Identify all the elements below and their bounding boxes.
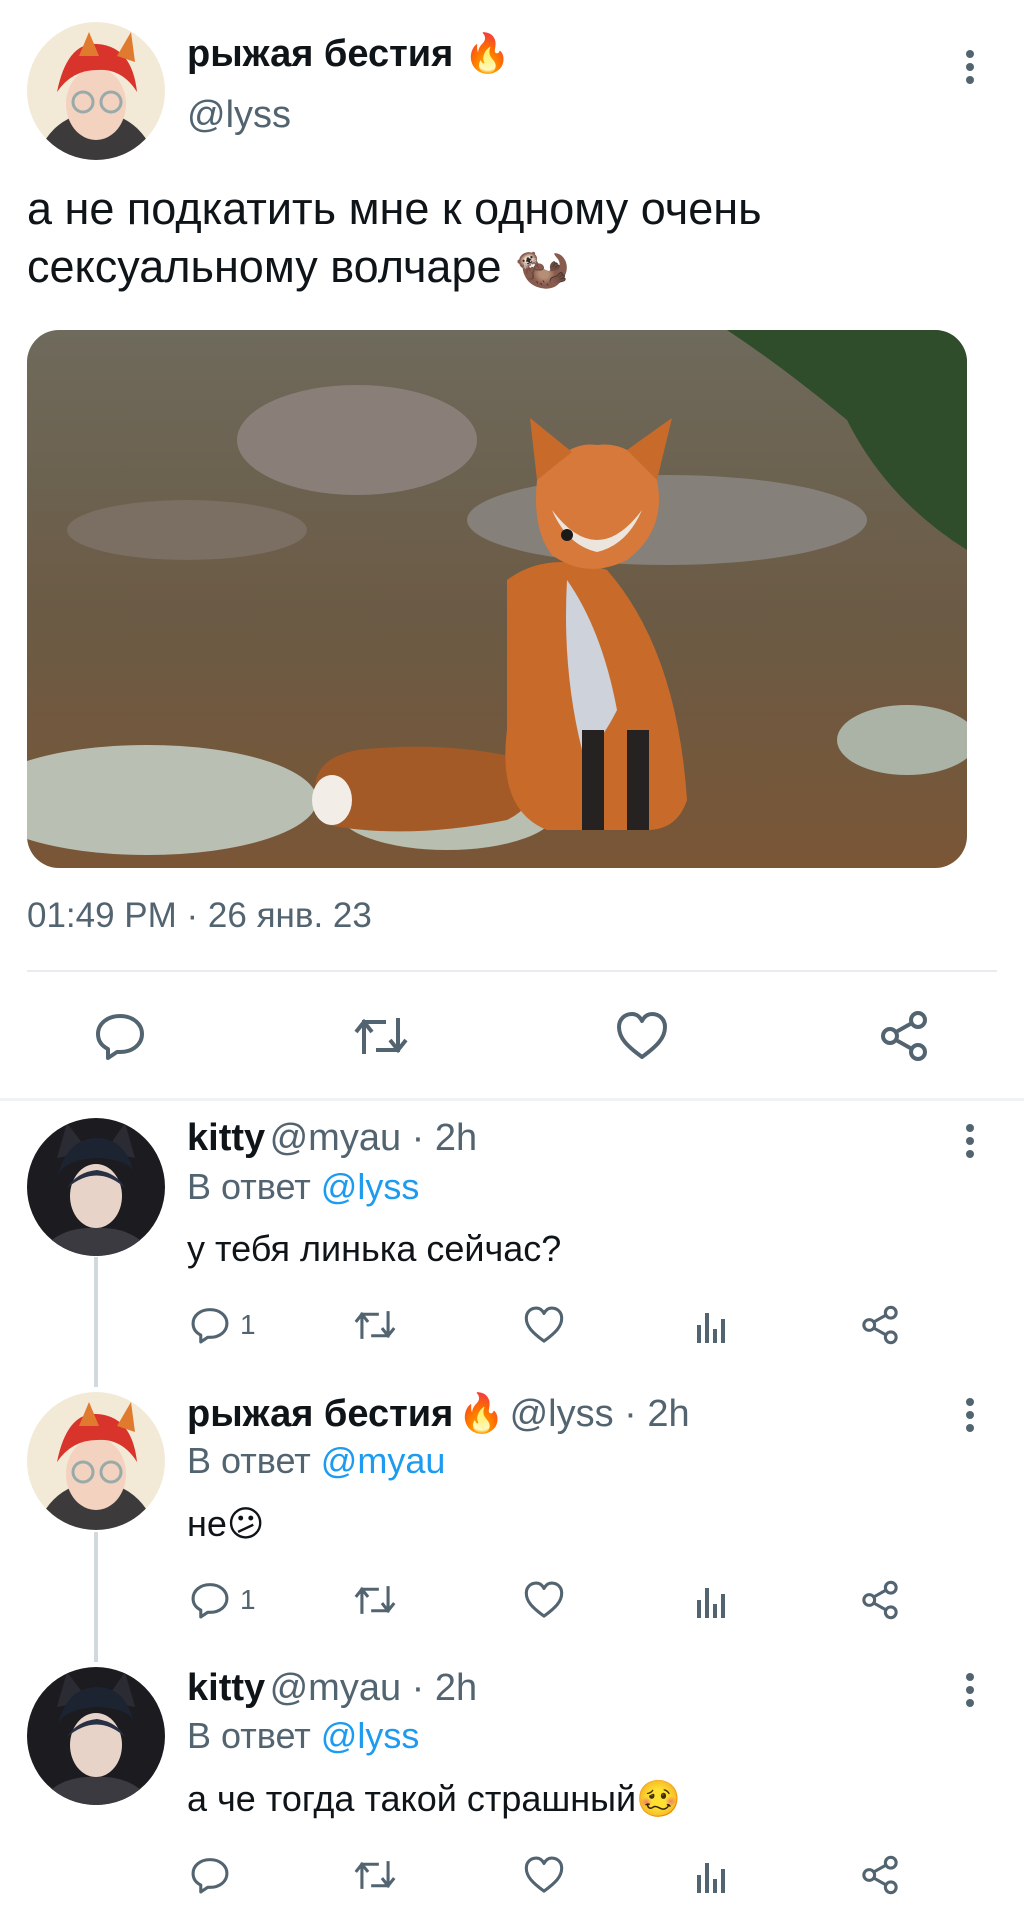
reply-to-line: В ответ @myau [187, 1440, 445, 1482]
share-icon[interactable] [878, 1010, 930, 1062]
reply-text: у тебя линька сейчас? [187, 1228, 562, 1269]
retweet-icon[interactable] [352, 1010, 410, 1062]
otter-emoji-icon: 🦦 [514, 241, 571, 292]
post-text: а не подкатить мне к одному очень сексуа… [27, 180, 987, 296]
divider [27, 970, 997, 972]
share-icon[interactable] [860, 1855, 900, 1895]
reply-icon[interactable] [190, 1305, 230, 1345]
post-text-line2: сексуальному волчаре [27, 241, 502, 292]
views-icon[interactable] [695, 1855, 731, 1895]
retweet-icon[interactable] [352, 1855, 398, 1895]
reply-text: а че тогда такой страшный🥴 [187, 1778, 681, 1819]
post-timestamp: 01:49 PM · 26 янв. 23 [27, 896, 372, 935]
reply-icon[interactable] [190, 1580, 230, 1620]
share-icon[interactable] [860, 1580, 900, 1620]
reply-icon[interactable] [94, 1010, 146, 1062]
views-icon[interactable] [695, 1305, 731, 1345]
reply-header: рыжая бестия 🔥 @lyss · 2h [187, 1392, 690, 1436]
reply-avatar[interactable] [27, 1667, 165, 1805]
views-icon[interactable] [695, 1580, 731, 1620]
reply-header: kitty @myau · 2h [187, 1117, 477, 1160]
reply-to-label: В ответ [187, 1715, 321, 1756]
reply-to-line: В ответ @lyss [187, 1166, 419, 1208]
reply-author-handle[interactable]: @lyss · 2h [510, 1393, 690, 1435]
more-options-icon[interactable] [963, 1398, 977, 1438]
more-options-icon[interactable] [963, 50, 977, 90]
retweet-icon[interactable] [352, 1580, 398, 1620]
reply-to-label: В ответ [187, 1166, 321, 1207]
reply-avatar[interactable] [27, 1118, 165, 1256]
more-options-icon[interactable] [963, 1124, 977, 1164]
share-icon[interactable] [860, 1305, 900, 1345]
mention-link[interactable]: @myau [321, 1440, 446, 1481]
reply-text: не😕 [187, 1503, 265, 1544]
reply-to-label: В ответ [187, 1440, 321, 1481]
reply-author-name[interactable]: рыжая бестия [187, 1393, 453, 1435]
author-name[interactable]: рыжая бестия 🔥 [187, 32, 511, 76]
post-image[interactable] [27, 330, 967, 868]
reply-author-handle[interactable]: @myau · 2h [270, 1667, 478, 1709]
post-text-line1: а не подкатить мне к одному очень [27, 183, 762, 234]
reply-avatar[interactable] [27, 1392, 165, 1530]
author-avatar[interactable] [27, 22, 165, 160]
section-divider [0, 1098, 1024, 1101]
more-options-icon[interactable] [963, 1673, 977, 1713]
reply-count: 1 [240, 1584, 256, 1615]
thread-line [94, 1257, 98, 1387]
like-icon[interactable] [615, 1010, 669, 1062]
reply-icon[interactable] [190, 1855, 230, 1895]
reply-author-name[interactable]: kitty [187, 1117, 265, 1159]
reply-to-line: В ответ @lyss [187, 1715, 419, 1757]
author-handle[interactable]: @lyss [187, 94, 291, 137]
reply-count: 1 [240, 1309, 256, 1340]
retweet-icon[interactable] [352, 1305, 398, 1345]
thread-line [94, 1532, 98, 1662]
like-icon[interactable] [523, 1305, 565, 1345]
reply-author-handle[interactable]: @myau · 2h [270, 1117, 478, 1159]
reply-header: kitty @myau · 2h [187, 1667, 477, 1710]
mention-link[interactable]: @lyss [321, 1715, 420, 1756]
fire-emoji-icon: 🔥 [463, 33, 512, 75]
like-icon[interactable] [523, 1580, 565, 1620]
mention-link[interactable]: @lyss [321, 1166, 420, 1207]
reply-author-name[interactable]: kitty [187, 1667, 265, 1709]
fire-emoji-icon: 🔥 [457, 1393, 506, 1435]
like-icon[interactable] [523, 1855, 565, 1895]
